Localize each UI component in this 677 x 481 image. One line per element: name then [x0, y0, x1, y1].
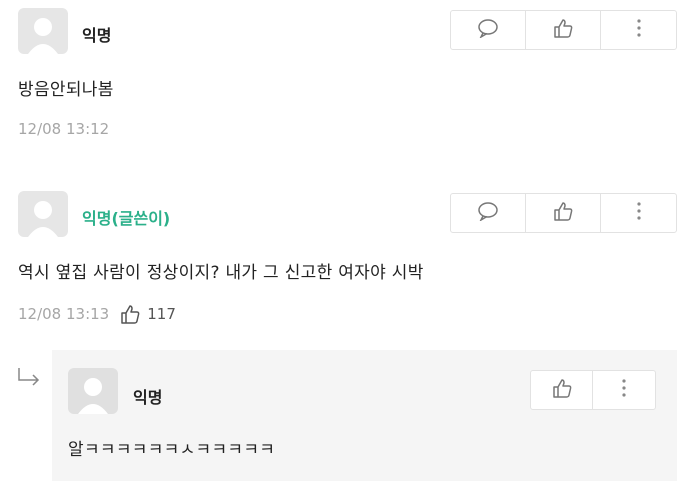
thumbs-up-icon	[552, 17, 574, 43]
comment-content: 방음안되나봄	[18, 80, 114, 100]
avatar	[18, 191, 68, 237]
reply-content: 알ㅋㅋㅋㅋㅋㅋㅅㅋㅋㅋㅋㅋ	[68, 440, 276, 460]
more-options-button[interactable]	[601, 11, 676, 49]
thumbs-up-icon	[551, 377, 573, 403]
like-button[interactable]	[526, 11, 601, 49]
comment-timestamp: 12/08 13:13	[18, 305, 110, 323]
reply-comment-button[interactable]	[451, 194, 526, 232]
thumbs-up-icon	[552, 200, 574, 226]
comment-timestamp: 12/08 13:12	[18, 120, 110, 138]
kebab-menu-icon	[621, 378, 627, 402]
comment-actions	[450, 10, 677, 50]
comment-author-writer: 익명(글쓴이)	[82, 209, 171, 228]
speech-bubble-icon	[477, 201, 499, 225]
comment-author: 익명	[82, 26, 112, 45]
reply-actions	[530, 370, 656, 410]
comment-meta: 12/08 13:13 117	[18, 303, 176, 325]
speech-bubble-icon	[477, 18, 499, 42]
reply-author: 익명	[133, 388, 163, 407]
like-count: 117	[147, 305, 176, 323]
kebab-menu-icon	[636, 18, 642, 42]
avatar	[18, 8, 68, 54]
comment-content: 역시 옆집 사람이 정상이지? 내가 그 신고한 여자야 시박	[18, 263, 424, 283]
like-button[interactable]	[531, 371, 593, 409]
comment-actions	[450, 193, 677, 233]
more-options-button[interactable]	[601, 194, 676, 232]
more-options-button[interactable]	[593, 371, 655, 409]
kebab-menu-icon	[636, 201, 642, 225]
thumbs-up-icon	[119, 303, 141, 325]
avatar	[68, 368, 118, 414]
reply-arrow-icon	[16, 366, 42, 392]
reply-comment-button[interactable]	[451, 11, 526, 49]
like-button[interactable]	[526, 194, 601, 232]
